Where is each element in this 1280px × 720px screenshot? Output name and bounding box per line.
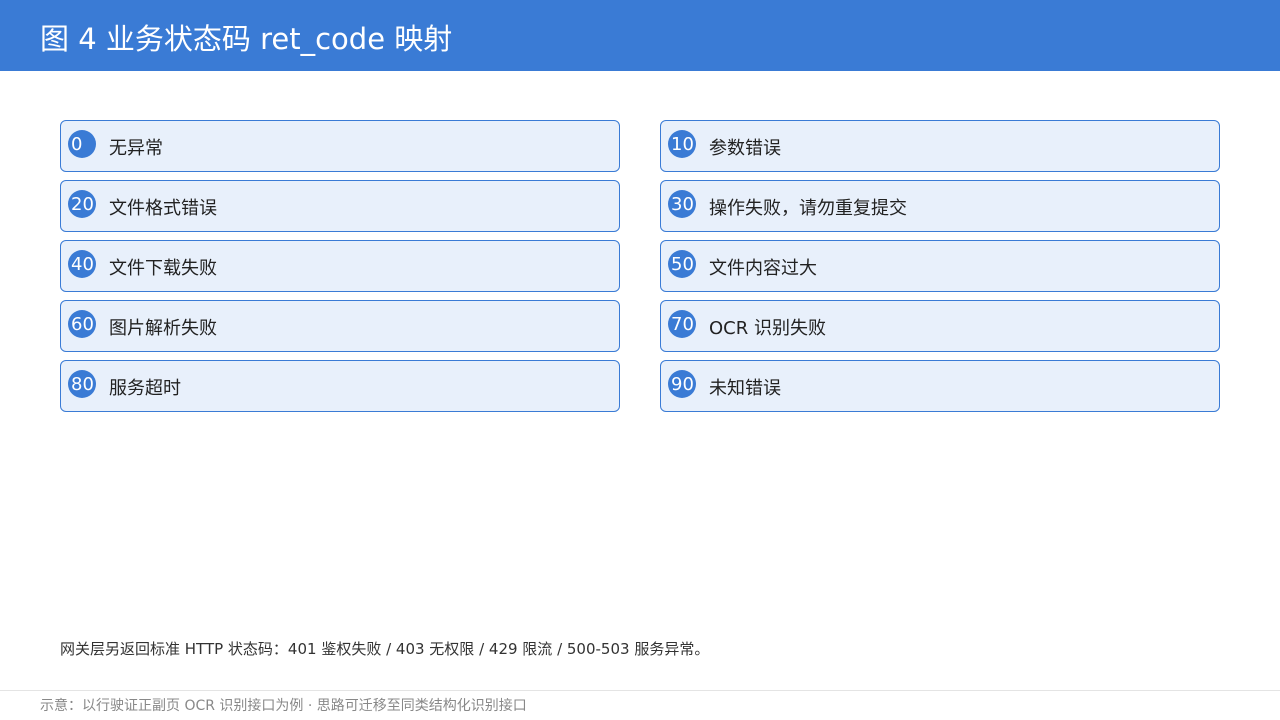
code-badge: 40 (68, 250, 96, 278)
footer-divider (0, 690, 1280, 691)
code-badge: 30 (668, 190, 696, 218)
status-code-grid: 0 无异常 10 参数错误 20 文件格式错误 30 操作失败，请勿重复提交 4… (60, 120, 1222, 412)
code-badge: 80 (68, 370, 96, 398)
status-card-30: 30 操作失败，请勿重复提交 (660, 180, 1220, 232)
status-card-70: 70 OCR 识别失败 (660, 300, 1220, 352)
code-badge: 0 (68, 130, 96, 158)
code-badge: 90 (668, 370, 696, 398)
code-description: 服务超时 (109, 378, 181, 399)
code-description: 文件下载失败 (109, 258, 217, 279)
code-description: 文件内容过大 (709, 258, 817, 279)
status-card-80: 80 服务超时 (60, 360, 620, 412)
code-badge: 60 (68, 310, 96, 338)
status-card-10: 10 参数错误 (660, 120, 1220, 172)
status-card-60: 60 图片解析失败 (60, 300, 620, 352)
code-description: 参数错误 (709, 138, 781, 159)
code-description: OCR 识别失败 (709, 318, 826, 339)
code-description: 未知错误 (709, 378, 781, 399)
status-card-90: 90 未知错误 (660, 360, 1220, 412)
title-bar: 图 4 业务状态码 ret_code 映射 (0, 0, 1280, 71)
code-description: 文件格式错误 (109, 198, 217, 219)
code-description: 图片解析失败 (109, 318, 217, 339)
code-badge: 50 (668, 250, 696, 278)
code-badge: 10 (668, 130, 696, 158)
status-card-0: 0 无异常 (60, 120, 620, 172)
code-description: 操作失败，请勿重复提交 (709, 198, 907, 219)
page-title: 图 4 业务状态码 ret_code 映射 (40, 22, 453, 56)
status-card-50: 50 文件内容过大 (660, 240, 1220, 292)
code-description: 无异常 (109, 138, 163, 159)
status-card-20: 20 文件格式错误 (60, 180, 620, 232)
status-card-40: 40 文件下载失败 (60, 240, 620, 292)
footer-caption: 示意：以行驶证正副页 OCR 识别接口为例 · 思路可迁移至同类结构化识别接口 (40, 698, 527, 714)
http-status-note: 网关层另返回标准 HTTP 状态码：401 鉴权失败 / 403 无权限 / 4… (60, 640, 710, 658)
code-badge: 20 (68, 190, 96, 218)
code-badge: 70 (668, 310, 696, 338)
